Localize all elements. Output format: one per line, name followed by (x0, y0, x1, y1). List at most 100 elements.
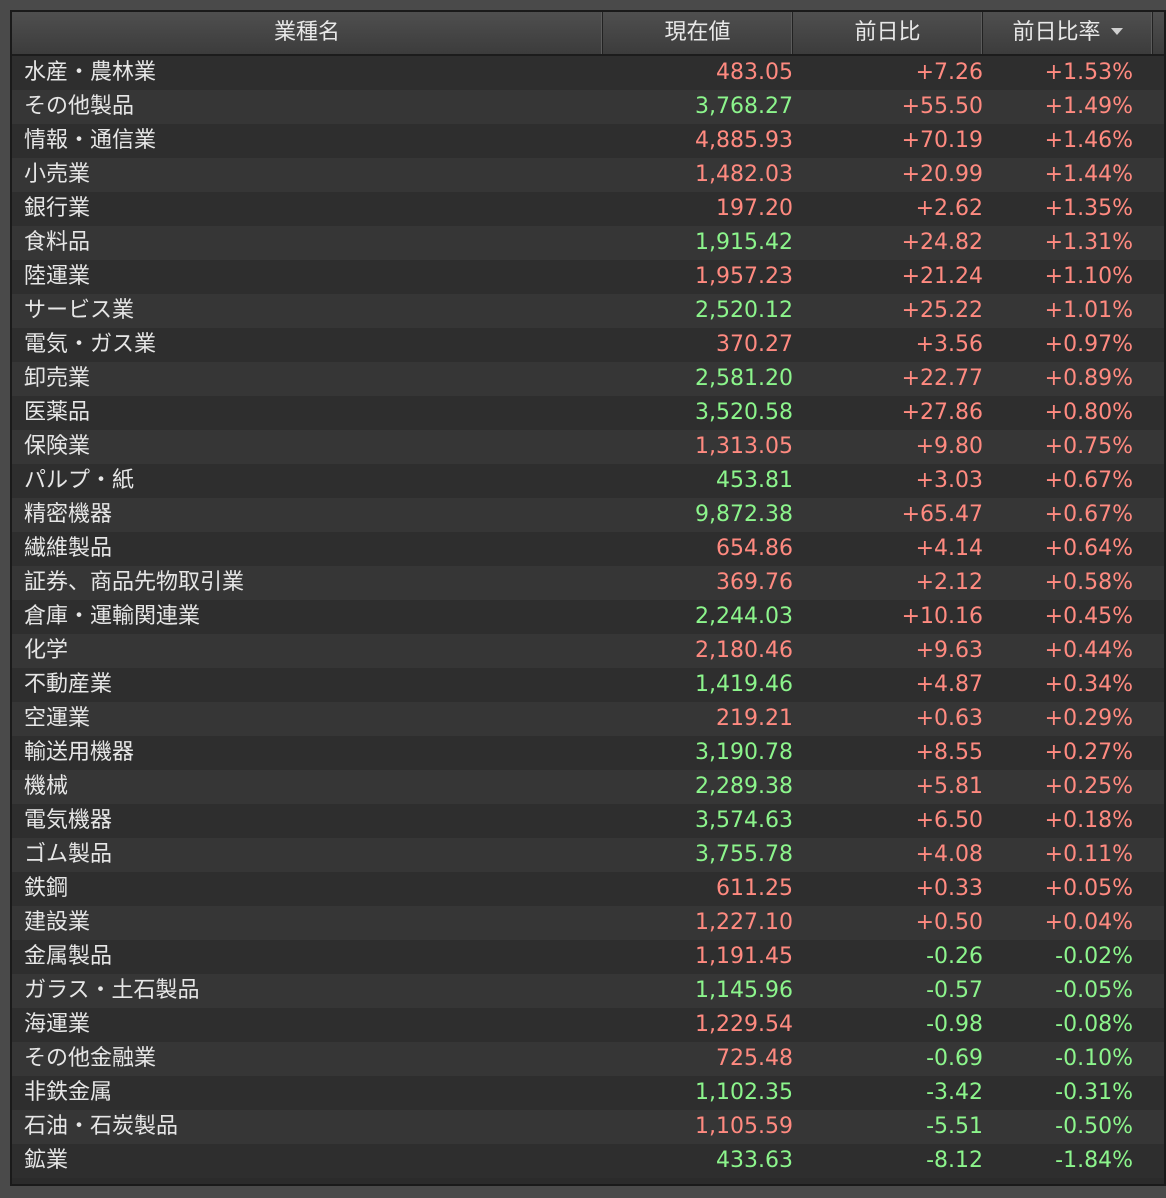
table-row[interactable]: 化学 2,180.46 +9.63 +0.44% (12, 634, 1164, 668)
column-header-change[interactable]: 前日比 (793, 12, 983, 54)
table-row[interactable]: 機械 2,289.38 +5.81 +0.25% (12, 770, 1164, 804)
sector-name: 保険業 (24, 434, 91, 459)
price-change: -8.12 (926, 1148, 983, 1173)
table-row[interactable]: 陸運業 1,957.23 +21.24 +1.10% (12, 260, 1164, 294)
change-percent: +0.04% (1044, 910, 1133, 935)
price-change: +3.56 (915, 332, 983, 357)
table-row[interactable]: その他製品 3,768.27 +55.50 +1.49% (12, 90, 1164, 124)
table-row[interactable]: 食料品 1,915.42 +24.82 +1.31% (12, 226, 1164, 260)
table-row[interactable]: 証券、商品先物取引業 369.76 +2.12 +0.58% (12, 566, 1164, 600)
current-price: 9,872.38 (695, 502, 793, 527)
change-percent: +0.11% (1044, 842, 1133, 867)
table-row[interactable]: その他金融業 725.48 -0.69 -0.10% (12, 1042, 1164, 1076)
table-row[interactable]: 保険業 1,313.05 +9.80 +0.75% (12, 430, 1164, 464)
current-price: 3,520.58 (695, 400, 793, 425)
table-row[interactable]: 空運業 219.21 +0.63 +0.29% (12, 702, 1164, 736)
sector-name: パルプ・紙 (24, 468, 135, 493)
sector-name: 小売業 (24, 162, 91, 187)
current-price: 1,227.10 (695, 910, 793, 935)
table-row[interactable]: 繊維製品 654.86 +4.14 +0.64% (12, 532, 1164, 566)
current-price: 483.05 (716, 60, 793, 85)
sector-name: 建設業 (24, 910, 91, 935)
sector-name: 情報・通信業 (24, 128, 157, 153)
table-row[interactable]: サービス業 2,520.12 +25.22 +1.01% (12, 294, 1164, 328)
price-change: +2.12 (915, 570, 983, 595)
table-row[interactable]: 倉庫・運輸関連業 2,244.03 +10.16 +0.45% (12, 600, 1164, 634)
current-price: 725.48 (716, 1046, 793, 1071)
current-price: 1,145.96 (695, 978, 793, 1003)
column-header-change-pct-label: 前日比率 (1012, 20, 1101, 45)
price-change: -0.98 (926, 1012, 983, 1037)
column-header-change-pct[interactable]: 前日比率 (983, 12, 1153, 54)
current-price: 219.21 (716, 706, 793, 731)
change-percent: +1.10% (1044, 264, 1133, 289)
table-row[interactable]: ゴム製品 3,755.78 +4.08 +0.11% (12, 838, 1164, 872)
current-price: 2,244.03 (695, 604, 793, 629)
column-header-price[interactable]: 現在値 (603, 12, 793, 54)
price-change: +0.63 (915, 706, 983, 731)
table-row[interactable]: 電気機器 3,574.63 +6.50 +0.18% (12, 804, 1164, 838)
sector-name: 空運業 (24, 706, 91, 731)
sector-name: ゴム製品 (24, 842, 113, 867)
sector-name: 銀行業 (24, 196, 91, 221)
column-header-change-label: 前日比 (854, 20, 921, 45)
current-price: 370.27 (716, 332, 793, 357)
table-row[interactable]: 銀行業 197.20 +2.62 +1.35% (12, 192, 1164, 226)
change-percent: +0.89% (1044, 366, 1133, 391)
table-row[interactable]: パルプ・紙 453.81 +3.03 +0.67% (12, 464, 1164, 498)
table-row[interactable]: 建設業 1,227.10 +0.50 +0.04% (12, 906, 1164, 940)
table-row[interactable]: 金属製品 1,191.45 -0.26 -0.02% (12, 940, 1164, 974)
current-price: 433.63 (716, 1148, 793, 1173)
change-percent: +1.01% (1044, 298, 1133, 323)
table-row[interactable]: 卸売業 2,581.20 +22.77 +0.89% (12, 362, 1164, 396)
change-percent: +0.05% (1044, 876, 1133, 901)
column-header-sector-name[interactable]: 業種名 (12, 12, 603, 54)
current-price: 1,102.35 (695, 1080, 793, 1105)
price-change: +25.22 (901, 298, 983, 323)
sector-name: 食料品 (24, 230, 91, 255)
change-percent: -0.08% (1055, 1012, 1133, 1037)
table-row[interactable]: 鉄鋼 611.25 +0.33 +0.05% (12, 872, 1164, 906)
price-change: +5.81 (915, 774, 983, 799)
table-row[interactable]: 海運業 1,229.54 -0.98 -0.08% (12, 1008, 1164, 1042)
sector-name: 化学 (24, 638, 69, 663)
current-price: 2,581.20 (695, 366, 793, 391)
price-change: -3.42 (926, 1080, 983, 1105)
current-price: 1,419.46 (695, 672, 793, 697)
table-row[interactable]: ガラス・土石製品 1,145.96 -0.57 -0.05% (12, 974, 1164, 1008)
table-row[interactable]: 不動産業 1,419.46 +4.87 +0.34% (12, 668, 1164, 702)
table-row[interactable]: 輸送用機器 3,190.78 +8.55 +0.27% (12, 736, 1164, 770)
table-row[interactable]: 精密機器 9,872.38 +65.47 +0.67% (12, 498, 1164, 532)
table-row[interactable]: 鉱業 433.63 -8.12 -1.84% (12, 1144, 1164, 1178)
table-row[interactable]: 情報・通信業 4,885.93 +70.19 +1.46% (12, 124, 1164, 158)
price-change: +7.26 (915, 60, 983, 85)
sector-name: 電気・ガス業 (24, 332, 157, 357)
change-percent: +0.97% (1044, 332, 1133, 357)
current-price: 3,190.78 (695, 740, 793, 765)
table-row[interactable]: 非鉄金属 1,102.35 -3.42 -0.31% (12, 1076, 1164, 1110)
current-price: 3,768.27 (695, 94, 793, 119)
change-percent: +0.80% (1044, 400, 1133, 425)
current-price: 3,574.63 (695, 808, 793, 833)
current-price: 1,915.42 (695, 230, 793, 255)
sector-name: 卸売業 (24, 366, 91, 391)
table-row[interactable]: 石油・石炭製品 1,105.59 -5.51 -0.50% (12, 1110, 1164, 1144)
price-change: +27.86 (901, 400, 983, 425)
change-percent: -0.02% (1055, 944, 1133, 969)
current-price: 611.25 (716, 876, 793, 901)
change-percent: -1.84% (1055, 1148, 1133, 1173)
price-change: +6.50 (915, 808, 983, 833)
price-change: +22.77 (901, 366, 983, 391)
current-price: 369.76 (716, 570, 793, 595)
table-body: 水産・農林業 483.05 +7.26 +1.53% その他製品 3,768.27 +55.… (12, 56, 1164, 1178)
table-row[interactable]: 水産・農林業 483.05 +7.26 +1.53% (12, 56, 1164, 90)
sector-name: その他製品 (24, 94, 135, 119)
price-change: +70.19 (901, 128, 983, 153)
table-row[interactable]: 電気・ガス業 370.27 +3.56 +0.97% (12, 328, 1164, 362)
price-change: +0.33 (915, 876, 983, 901)
table-row[interactable]: 小売業 1,482.03 +20.99 +1.44% (12, 158, 1164, 192)
change-percent: +0.25% (1044, 774, 1133, 799)
table-row[interactable]: 医薬品 3,520.58 +27.86 +0.80% (12, 396, 1164, 430)
sector-name: 輸送用機器 (24, 740, 135, 765)
price-change: +2.62 (915, 196, 983, 221)
